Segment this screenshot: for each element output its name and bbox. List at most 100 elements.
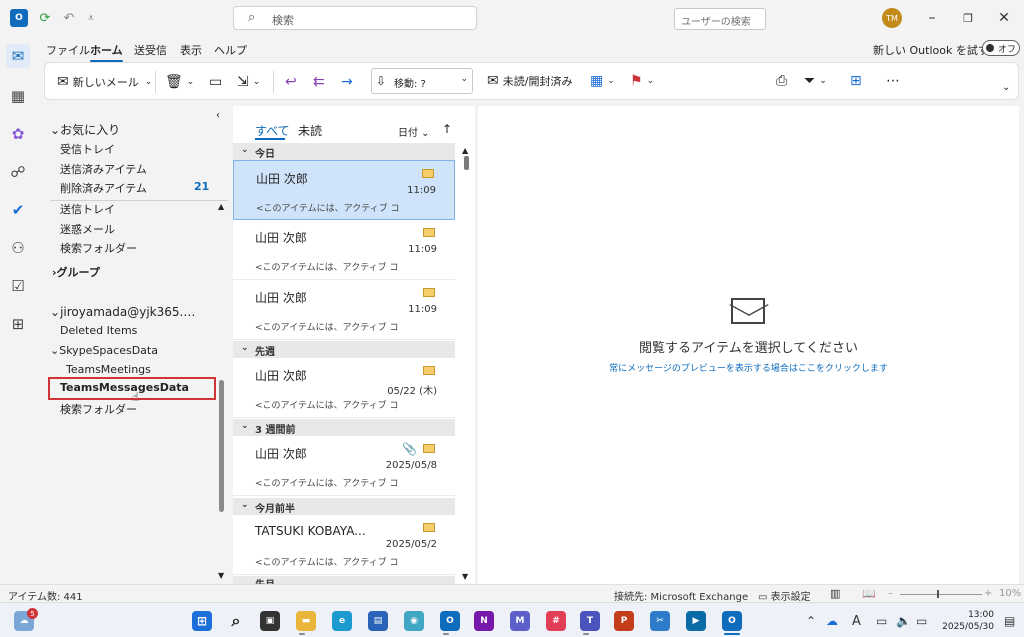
powerpoint-icon[interactable]: P bbox=[614, 611, 634, 631]
group-earlier-this-month[interactable]: ⌄ 今月前半 bbox=[233, 498, 455, 516]
always-preview-link[interactable]: 常にメッセージのプレビューを表示する場合はここをクリックします bbox=[478, 361, 1019, 374]
scroll-down-icon[interactable]: ▼ bbox=[218, 571, 224, 580]
more-options-icon[interactable]: ⋯ bbox=[886, 71, 900, 91]
avatar[interactable]: TM bbox=[882, 8, 902, 28]
m365-icon[interactable]: M bbox=[510, 611, 530, 631]
folder-pane-scrollbar[interactable] bbox=[219, 380, 224, 512]
outlook-app-icon[interactable]: O bbox=[10, 9, 28, 27]
people-icon[interactable]: ☍ bbox=[6, 160, 30, 184]
more-apps-icon[interactable]: ⊞ bbox=[6, 312, 30, 336]
folder-deleted-items-en[interactable]: Deleted Items bbox=[60, 324, 137, 337]
chevron-up-icon[interactable]: ⌃ bbox=[806, 614, 816, 628]
scroll-up-icon[interactable]: ▲ bbox=[218, 202, 224, 211]
zoom-in-icon[interactable]: + bbox=[984, 588, 992, 599]
tab-help[interactable]: ヘルプ bbox=[214, 42, 247, 58]
folder-search-2[interactable]: 検索フォルダー bbox=[60, 401, 137, 417]
zoom-slider[interactable] bbox=[900, 594, 982, 595]
ribbon-expand-icon[interactable]: ⌄ bbox=[1002, 77, 1010, 97]
tab-file[interactable]: ファイル bbox=[46, 42, 90, 58]
tab-view[interactable]: 表示 bbox=[180, 42, 202, 58]
search-input[interactable]: ⌕ 検索 bbox=[233, 6, 477, 30]
display-settings-button[interactable]: ▭ 表示設定 bbox=[758, 588, 811, 603]
mail-icon[interactable]: ✉ bbox=[6, 44, 30, 68]
volume-icon[interactable]: 🔈 bbox=[896, 614, 911, 628]
snipping-tool-icon[interactable]: ✂ bbox=[650, 611, 670, 631]
list-item[interactable]: 山田 次郎 11:09 <このアイテムには、アクティブ コ bbox=[233, 160, 455, 220]
list-item[interactable]: 山田 次郎 11:09 <このアイテムには、アクティブ コ bbox=[233, 280, 455, 340]
list-item[interactable]: TATSUKI KOBAYA... 2025/05/2 <このアイテムには、アク… bbox=[233, 515, 455, 575]
org-explorer-icon[interactable]: ⚇ bbox=[6, 236, 30, 260]
collapse-pane-icon[interactable]: ‹ bbox=[216, 110, 220, 121]
app-icon[interactable]: ◉ bbox=[404, 611, 424, 631]
start-icon[interactable]: ⊞ bbox=[192, 611, 212, 631]
display-icon[interactable]: ▭ bbox=[876, 614, 887, 628]
undo-icon[interactable]: ↶ bbox=[60, 9, 78, 27]
sync-icon[interactable]: ⟳ bbox=[36, 9, 54, 27]
folder-search[interactable]: 検索フォルダー bbox=[60, 240, 137, 256]
group-last-week[interactable]: ⌄ 先週 bbox=[233, 341, 455, 359]
outlook-new-icon[interactable]: O bbox=[440, 611, 460, 631]
zoom-level[interactable]: 10% bbox=[999, 588, 1021, 599]
zoom-out-icon[interactable]: – bbox=[888, 588, 893, 599]
folder-skype-spaces-data[interactable]: ⌄SkypeSpacesData bbox=[50, 344, 158, 357]
folder-deleted-items[interactable]: 削除済みアイテム bbox=[60, 180, 147, 196]
photos-icon[interactable]: ▶ bbox=[686, 611, 706, 631]
minimize-icon[interactable]: – bbox=[922, 8, 942, 28]
list-item[interactable]: 山田 次郎 05/22 (木) <このアイテムには、アクティブ コ bbox=[233, 358, 455, 418]
teams-icon[interactable]: T bbox=[580, 611, 600, 631]
tasks-icon[interactable]: ☑ bbox=[6, 274, 30, 298]
outlook-classic-icon[interactable]: O bbox=[722, 611, 742, 631]
folder-teams-meetings[interactable]: TeamsMeetings bbox=[66, 363, 151, 376]
groups-header[interactable]: ›グループ bbox=[52, 264, 100, 280]
account-header[interactable]: ⌄jiroyamada@yjk365.… bbox=[50, 305, 195, 319]
close-icon[interactable]: ✕ bbox=[994, 8, 1014, 28]
categorize-button[interactable]: ▦ ⌄ bbox=[590, 71, 615, 91]
customize-qat-icon[interactable]: ⩡ bbox=[82, 9, 100, 27]
battery-icon[interactable]: ▭ bbox=[916, 614, 927, 628]
flag-button[interactable]: ⚑ ⌄ bbox=[630, 71, 654, 91]
filter-button[interactable]: ⏷ ⌄ bbox=[804, 71, 827, 91]
sort-by-date[interactable]: 日付 ⌄ bbox=[398, 124, 430, 139]
copilot-icon[interactable]: ✿ bbox=[6, 122, 30, 146]
onedrive-icon[interactable]: ☁ bbox=[826, 614, 838, 628]
apps-button[interactable]: ⊞ bbox=[850, 71, 866, 91]
calendar-icon[interactable]: ▦ bbox=[6, 84, 30, 108]
sort-direction-icon[interactable]: ↑ bbox=[442, 122, 452, 136]
edge-icon[interactable]: e bbox=[332, 611, 352, 631]
file-explorer-icon[interactable]: ▬ bbox=[296, 611, 316, 631]
read-unread-button[interactable]: ✉ 未読/開封済み bbox=[487, 71, 572, 91]
move-to-button[interactable]: ⇲ ⌄ bbox=[237, 72, 260, 92]
restore-icon[interactable]: ❐ bbox=[958, 8, 978, 28]
favorites-header[interactable]: ⌄お気に入り bbox=[50, 121, 120, 138]
tab-all[interactable]: すべて bbox=[255, 122, 290, 139]
slack-icon[interactable]: # bbox=[546, 611, 566, 631]
tab-unread[interactable]: 未読 bbox=[298, 122, 322, 139]
store-icon[interactable]: ▤ bbox=[368, 611, 388, 631]
task-view-icon[interactable]: ▣ bbox=[260, 611, 280, 631]
group-three-weeks-ago[interactable]: ⌄ 3 週間前 bbox=[233, 419, 455, 437]
forward-button[interactable]: → bbox=[341, 72, 357, 92]
list-item[interactable]: 山田 次郎 11:09 <このアイテムには、アクティブ コ bbox=[233, 220, 455, 280]
scroll-up-icon[interactable]: ▲ bbox=[462, 146, 468, 155]
folder-inbox[interactable]: 受信トレイ bbox=[60, 141, 115, 157]
ime-icon[interactable]: A bbox=[852, 614, 861, 629]
normal-view-icon[interactable]: ▥ bbox=[830, 587, 840, 600]
folder-outbox[interactable]: 送信トレイ bbox=[60, 201, 115, 217]
new-mail-button[interactable]: ✉ 新しいメール ⌄ bbox=[57, 72, 152, 92]
scroll-down-icon[interactable]: ▼ bbox=[462, 572, 468, 581]
zoom-slider-thumb[interactable] bbox=[937, 590, 939, 598]
move-to-dropdown[interactable]: ⇩ 移動: ? ⌄ bbox=[371, 68, 473, 94]
user-search-input[interactable]: ユーザーの検索 bbox=[674, 8, 766, 30]
message-list-scrollbar[interactable] bbox=[464, 156, 469, 170]
reply-all-button[interactable]: ⇇ bbox=[313, 72, 329, 92]
reading-view-icon[interactable]: 📖 bbox=[862, 587, 876, 600]
tab-send-receive[interactable]: 送受信 bbox=[134, 42, 167, 58]
onenote-icon[interactable]: N bbox=[474, 611, 494, 631]
todo-icon[interactable]: ✔ bbox=[6, 198, 30, 222]
reply-button[interactable]: ↩ bbox=[285, 72, 301, 92]
folder-sent-items[interactable]: 送信済みアイテム bbox=[60, 161, 147, 177]
new-outlook-toggle[interactable]: オフ bbox=[982, 40, 1020, 56]
tab-home[interactable]: ホーム bbox=[90, 42, 123, 62]
archive-button[interactable]: ▭ bbox=[209, 72, 226, 92]
clock[interactable]: 13:00 2025/05/30 bbox=[942, 609, 994, 633]
